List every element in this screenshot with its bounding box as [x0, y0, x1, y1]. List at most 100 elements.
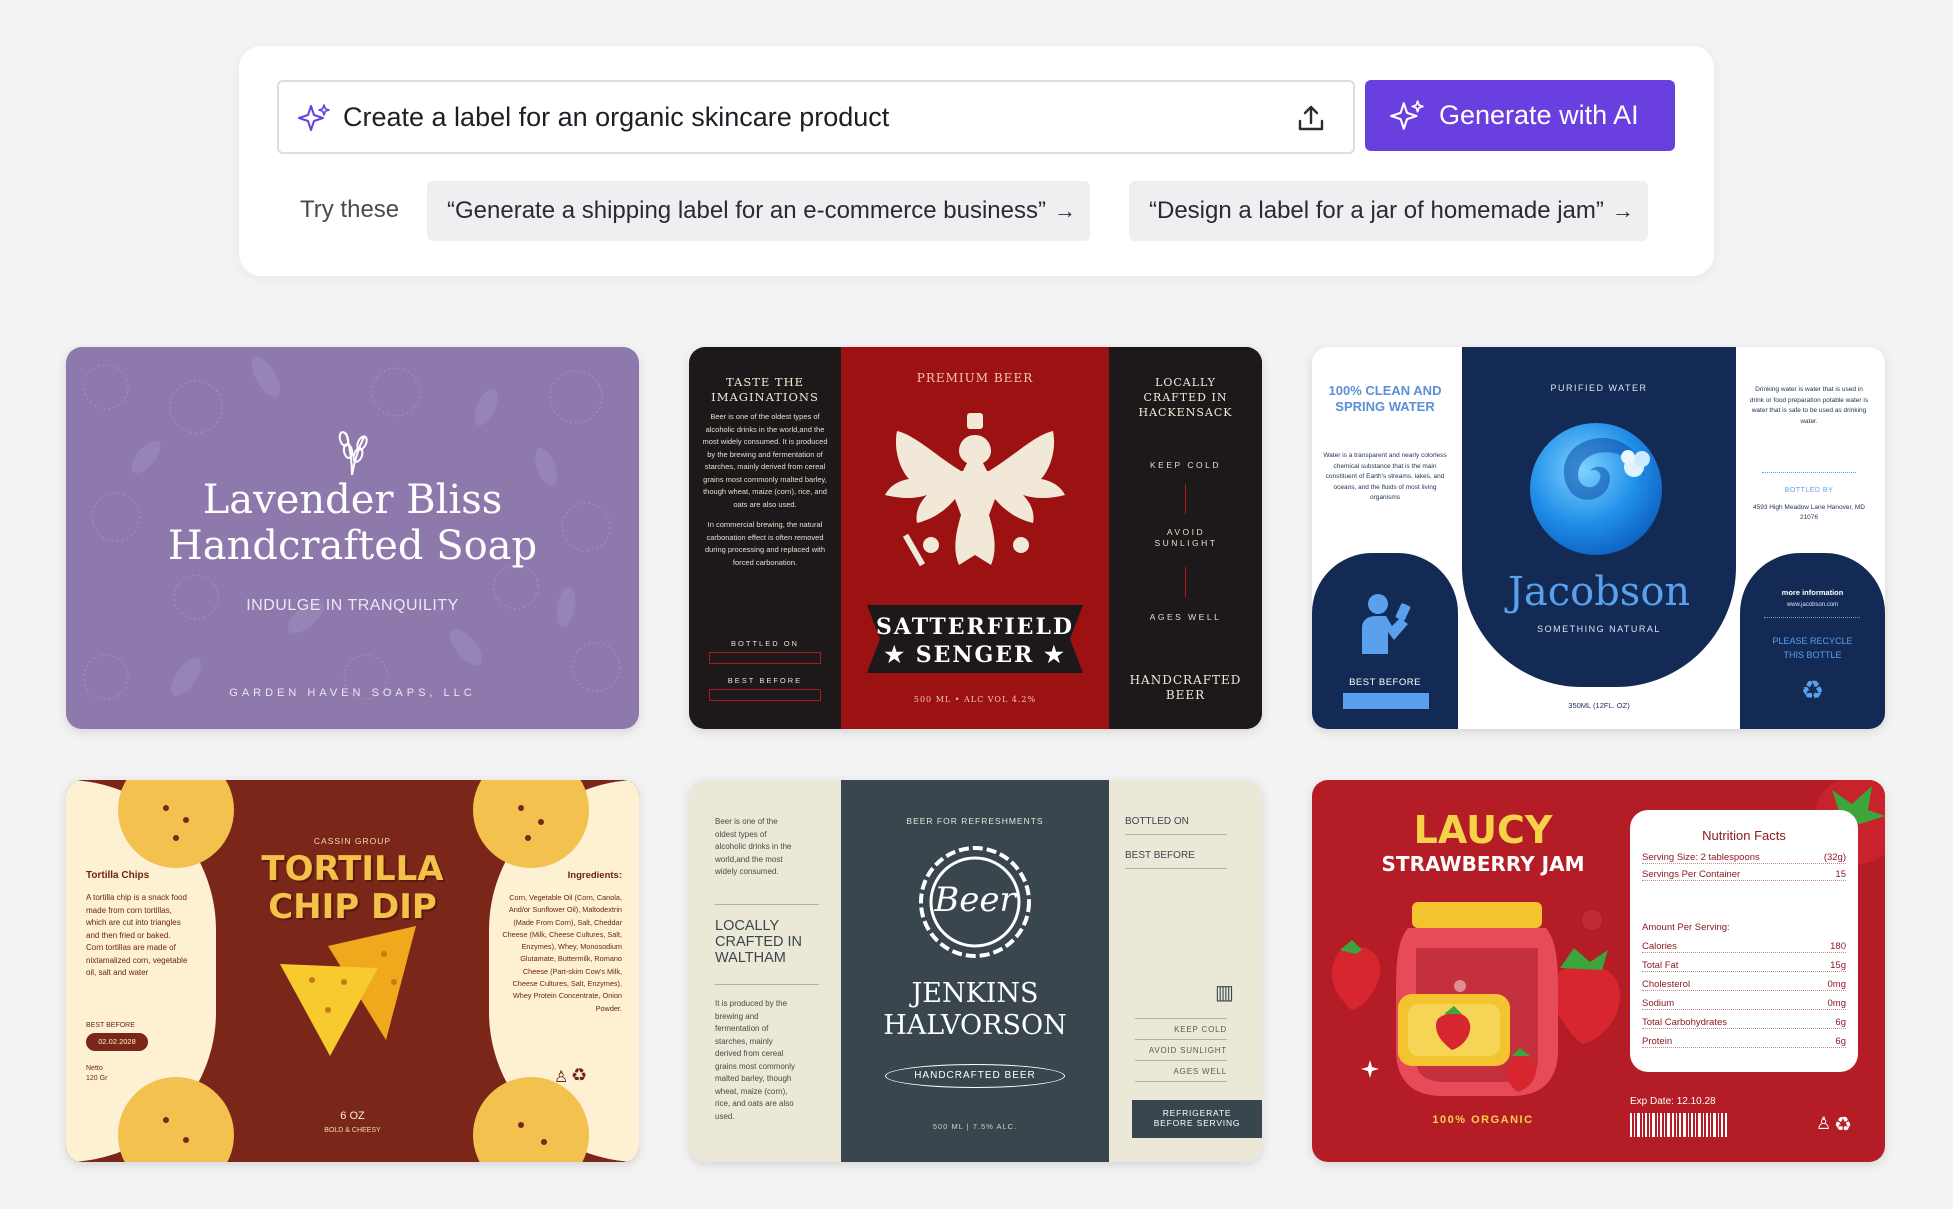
- eagle-crest-icon: [885, 413, 1065, 567]
- beer-left-heading-1: TASTE THE: [725, 375, 805, 389]
- divider: [1135, 1081, 1227, 1082]
- nf-servings: Servings Per Container 15: [1642, 869, 1846, 881]
- beer-ages-well: AGES WELL: [1149, 612, 1222, 622]
- beer-volume: 500 ML • ALC VOL 4.2%: [913, 695, 1037, 704]
- jam-exp: Exp Date: 12.10.28: [1630, 1096, 1716, 1107]
- suggestion-shipping-label[interactable]: “Generate a shipping label for an e-comm…: [427, 181, 1090, 241]
- generate-with-ai-button[interactable]: Generate with AI: [1365, 80, 1675, 151]
- lavender-sprig-icon: [338, 431, 368, 476]
- upload-icon[interactable]: [1295, 102, 1327, 134]
- bin-icon: ♙: [554, 1069, 569, 1086]
- jam-product: STRAWBERRY JAM: [1381, 852, 1585, 876]
- water-brand: Jacobson: [1507, 569, 1691, 615]
- generate-label: Generate with AI: [1439, 100, 1639, 130]
- tortilla-netto: Netto: [86, 1065, 103, 1072]
- jenkins-bottled-on: BOTTLED ON: [1125, 816, 1189, 827]
- prompt-input-box[interactable]: [277, 80, 1355, 154]
- jenkins-name: JENKINS HALVORSON: [841, 978, 1109, 1042]
- beer-left-heading-2: IMAGINATIONS: [711, 390, 819, 404]
- beer-best-before: BEST BEFORE: [727, 676, 803, 685]
- nf-label: Sodium: [1642, 998, 1675, 1009]
- tortilla-group: CASSIN GROUP: [313, 836, 392, 846]
- nf-label: Calories: [1642, 941, 1677, 952]
- template-card-beer-jenkins[interactable]: Beer is one of the oldest types of alcoh…: [689, 780, 1262, 1162]
- suggestion-jam-label[interactable]: “Design a label for a jar of homemade ja…: [1129, 181, 1648, 241]
- nf-label: Protein: [1642, 1036, 1673, 1047]
- bottled-on-box: [709, 652, 821, 664]
- divider: [1185, 567, 1186, 597]
- water-website: www.jacobson.com: [1786, 602, 1839, 608]
- beer-name-line-2: ★ SENGER ★: [884, 642, 1066, 668]
- tortilla-title-line-1: TORTILLA: [261, 849, 444, 889]
- beer-handcrafted: HANDCRAFTED BEER: [1129, 673, 1242, 702]
- suggestion-text: “Generate a shipping label for an e-comm…: [447, 197, 1046, 224]
- water-best-before: BEST BEFORE: [1349, 677, 1421, 688]
- beer-left-body-1: Beer is one of the oldest types of alcoh…: [702, 412, 828, 509]
- water-bottled-by: BOTTLED BY: [1784, 487, 1834, 494]
- lavender-tagline: INDULGE IN TRANQUILITY: [246, 597, 459, 614]
- nf-value: 15g: [1830, 960, 1846, 971]
- nf-row: Total Fat 15g: [1642, 960, 1846, 972]
- jenkins-volume: 500 ML | 7.5% ALC.: [932, 1122, 1018, 1131]
- recycle-icon: ♻: [571, 1065, 588, 1085]
- nf-label: Total Fat: [1642, 960, 1679, 971]
- tortilla-date: 02.02.2028: [86, 1033, 148, 1051]
- best-before-field: [1343, 693, 1429, 709]
- nf-value: 15: [1835, 869, 1846, 880]
- recycle-icon: ♻: [1834, 1114, 1852, 1136]
- tortilla-oz: 6 OZ: [340, 1110, 365, 1122]
- nutrition-facts-panel: Nutrition Facts Serving Size: 2 tablespo…: [1630, 810, 1858, 1072]
- nf-row: Calories 180: [1642, 941, 1846, 953]
- water-address: 4593 High Meadow Lane Hanover, MD 21076: [1752, 504, 1865, 521]
- divider: [1185, 484, 1186, 514]
- template-card-beer-satterfield[interactable]: TASTE THE IMAGINATIONS Beer is one of th…: [689, 347, 1262, 729]
- beer-left-body-2: In commercial brewing, the natural carbo…: [704, 520, 826, 567]
- divider: [1135, 1018, 1227, 1019]
- beer-center-panel: PREMIUM BEER SATTERFIELD ★ SENGER ★ 500 …: [841, 347, 1109, 729]
- best-before-box: [709, 689, 821, 701]
- lavender-brand: GARDEN HAVEN SOAPS, LLC: [229, 687, 476, 699]
- divider: [1125, 868, 1227, 869]
- jenkins-left-body-1: Beer is one of the oldest types of alcoh…: [715, 817, 792, 876]
- jenkins-center-panel: BEER FOR REFRESHMENTS Beer JENKINS HALVO…: [841, 780, 1109, 1162]
- jenkins-best-before: BEST BEFORE: [1125, 850, 1195, 861]
- title-line-1: Lavender Bliss: [202, 477, 503, 523]
- prompt-input[interactable]: [343, 88, 1243, 146]
- nf-row: Total Carbohydrates 6g: [1642, 1017, 1846, 1029]
- jenkins-left-body-2: It is produced by the brewing and fermen…: [715, 999, 796, 1121]
- nf-value: (32g): [1823, 852, 1846, 863]
- template-card-tortilla-dip[interactable]: Tortilla Chips A tortilla chip is a snac…: [66, 780, 639, 1162]
- jenkins-ages-well: AGES WELL: [1173, 1067, 1227, 1076]
- prompt-panel: Generate with AI Try these “Generate a s…: [239, 46, 1714, 276]
- nf-label: Cholesterol: [1642, 979, 1691, 990]
- divider: [1764, 617, 1860, 618]
- water-left-body: Water is a transparent and nearly colorl…: [1323, 452, 1447, 501]
- nf-row: Cholesterol 0mg: [1642, 979, 1846, 991]
- divider: [1135, 1060, 1227, 1061]
- nf-row: Protein 6g: [1642, 1036, 1846, 1048]
- template-card-strawberry-jam[interactable]: LAUCY STRAWBERRY JAM 100% ORGANIC Nutrit…: [1312, 780, 1885, 1162]
- drinking-person-icon: [1362, 594, 1411, 654]
- template-card-water-jacobson[interactable]: 100% CLEAN AND SPRING WATER Water is a t…: [1312, 347, 1885, 729]
- nf-value: 180: [1830, 941, 1846, 952]
- bin-icon: ♙: [1816, 1114, 1832, 1133]
- nf-value: 0mg: [1827, 979, 1846, 990]
- water-more-info: more information: [1781, 588, 1844, 597]
- nf-label: Total Carbohydrates: [1642, 1017, 1728, 1028]
- jenkins-keep-cold: KEEP COLD: [1174, 1025, 1227, 1034]
- water-volume: 350ML (12FL. OZ): [1568, 701, 1630, 710]
- recycle-icon: ♻: [1800, 675, 1825, 705]
- tortilla-ingredients: Corn, Vegetable Oil (Corn, Canola, And/o…: [502, 893, 622, 1013]
- arrow-right-icon: →: [1053, 198, 1076, 223]
- title-line-2: Handcrafted Soap: [167, 523, 538, 569]
- beer-avoid-sunlight: AVOID SUNLIGHT: [1154, 527, 1218, 548]
- jenkins-badge-text: Beer: [934, 880, 1016, 920]
- suggestion-text: “Design a label for a jar of homemade ja…: [1149, 197, 1604, 224]
- beer-name-line-1: SATTERFIELD: [876, 614, 1074, 640]
- nf-label: Servings Per Container: [1642, 869, 1741, 880]
- divider: [1135, 1039, 1227, 1040]
- template-card-lavender-soap[interactable]: Lavender Bliss Handcrafted Soap INDULGE …: [66, 347, 639, 729]
- wave-logo-icon: [1530, 423, 1662, 555]
- arrow-right-icon: →: [1611, 198, 1634, 223]
- nf-amount: Amount Per Serving:: [1642, 922, 1730, 933]
